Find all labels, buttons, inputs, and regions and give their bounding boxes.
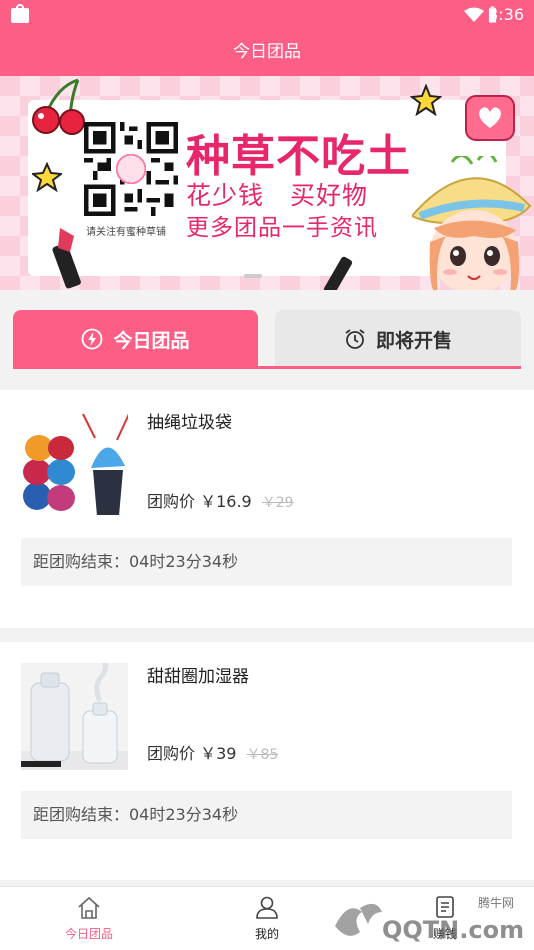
original-price: ￥29 <box>261 495 294 511</box>
countdown-timer: 距团购结束：04时23分34秒 <box>21 791 512 839</box>
product-price: 团购价 ￥39 ￥85 <box>147 740 278 764</box>
tab-upcoming[interactable]: 即将开售 <box>275 310 521 368</box>
product-image <box>21 408 128 515</box>
watermark: QQTN.com 腾牛网 <box>330 890 534 948</box>
countdown-timer: 距团购结束：04时23分34秒 <box>21 538 512 586</box>
status-bar: 3:36 <box>0 0 534 30</box>
tab-underline <box>13 366 521 369</box>
page-title: 今日团品 <box>0 30 534 76</box>
group-price: 团购价 ￥16.9 <box>147 492 252 511</box>
status-time: 3:36 <box>488 5 524 24</box>
banner-headline: 种草不吃土 <box>186 131 411 182</box>
user-icon <box>256 896 278 919</box>
watermark-brand: QQTN.com <box>382 916 525 944</box>
alarm-clock-icon <box>345 329 365 349</box>
home-icon <box>78 896 100 919</box>
carousel-indicator[interactable] <box>244 274 262 278</box>
banner-subtagline: 更多团品一手资讯 <box>186 215 378 241</box>
girl-illustration <box>412 156 532 290</box>
watermark-logo <box>335 903 382 936</box>
banner-tagline: 花少钱 买好物 <box>186 181 369 210</box>
tab-label: 今日团品 <box>113 329 190 352</box>
product-card[interactable]: 抽绳垃圾袋 团购价 ￥16.9 ￥29 距团购结束：04时23分34秒 <box>0 390 534 628</box>
star-icon <box>32 162 62 192</box>
nav-today[interactable]: 今日团品 <box>0 887 178 950</box>
tab-today[interactable]: 今日团品 <box>13 310 258 368</box>
original-price: ￥85 <box>246 747 279 763</box>
qr-code <box>84 122 178 216</box>
watermark-text: 腾牛网 <box>478 896 515 910</box>
lipstick-icon <box>52 228 81 289</box>
tab-label: 即将开售 <box>375 329 452 352</box>
lightning-icon <box>82 328 103 350</box>
nav-label: 今日团品 <box>64 927 113 941</box>
product-price: 团购价 ￥16.9 ￥29 <box>147 488 294 512</box>
product-card[interactable]: 甜甜圈加湿器 团购价 ￥39 ￥85 距团购结束：04时23分34秒 <box>0 642 534 880</box>
product-image <box>21 663 128 770</box>
shopping-bag-icon <box>11 4 29 23</box>
group-price: 团购价 ￥39 <box>147 744 237 763</box>
qr-caption: 请关注有蜜种草铺 <box>86 227 166 238</box>
pen-icon <box>323 256 353 290</box>
heart-bubble-icon <box>465 95 515 141</box>
product-name: 甜甜圈加湿器 <box>147 667 249 687</box>
star-icon <box>410 84 442 116</box>
product-name: 抽绳垃圾袋 <box>147 413 232 433</box>
wifi-icon <box>464 7 484 22</box>
